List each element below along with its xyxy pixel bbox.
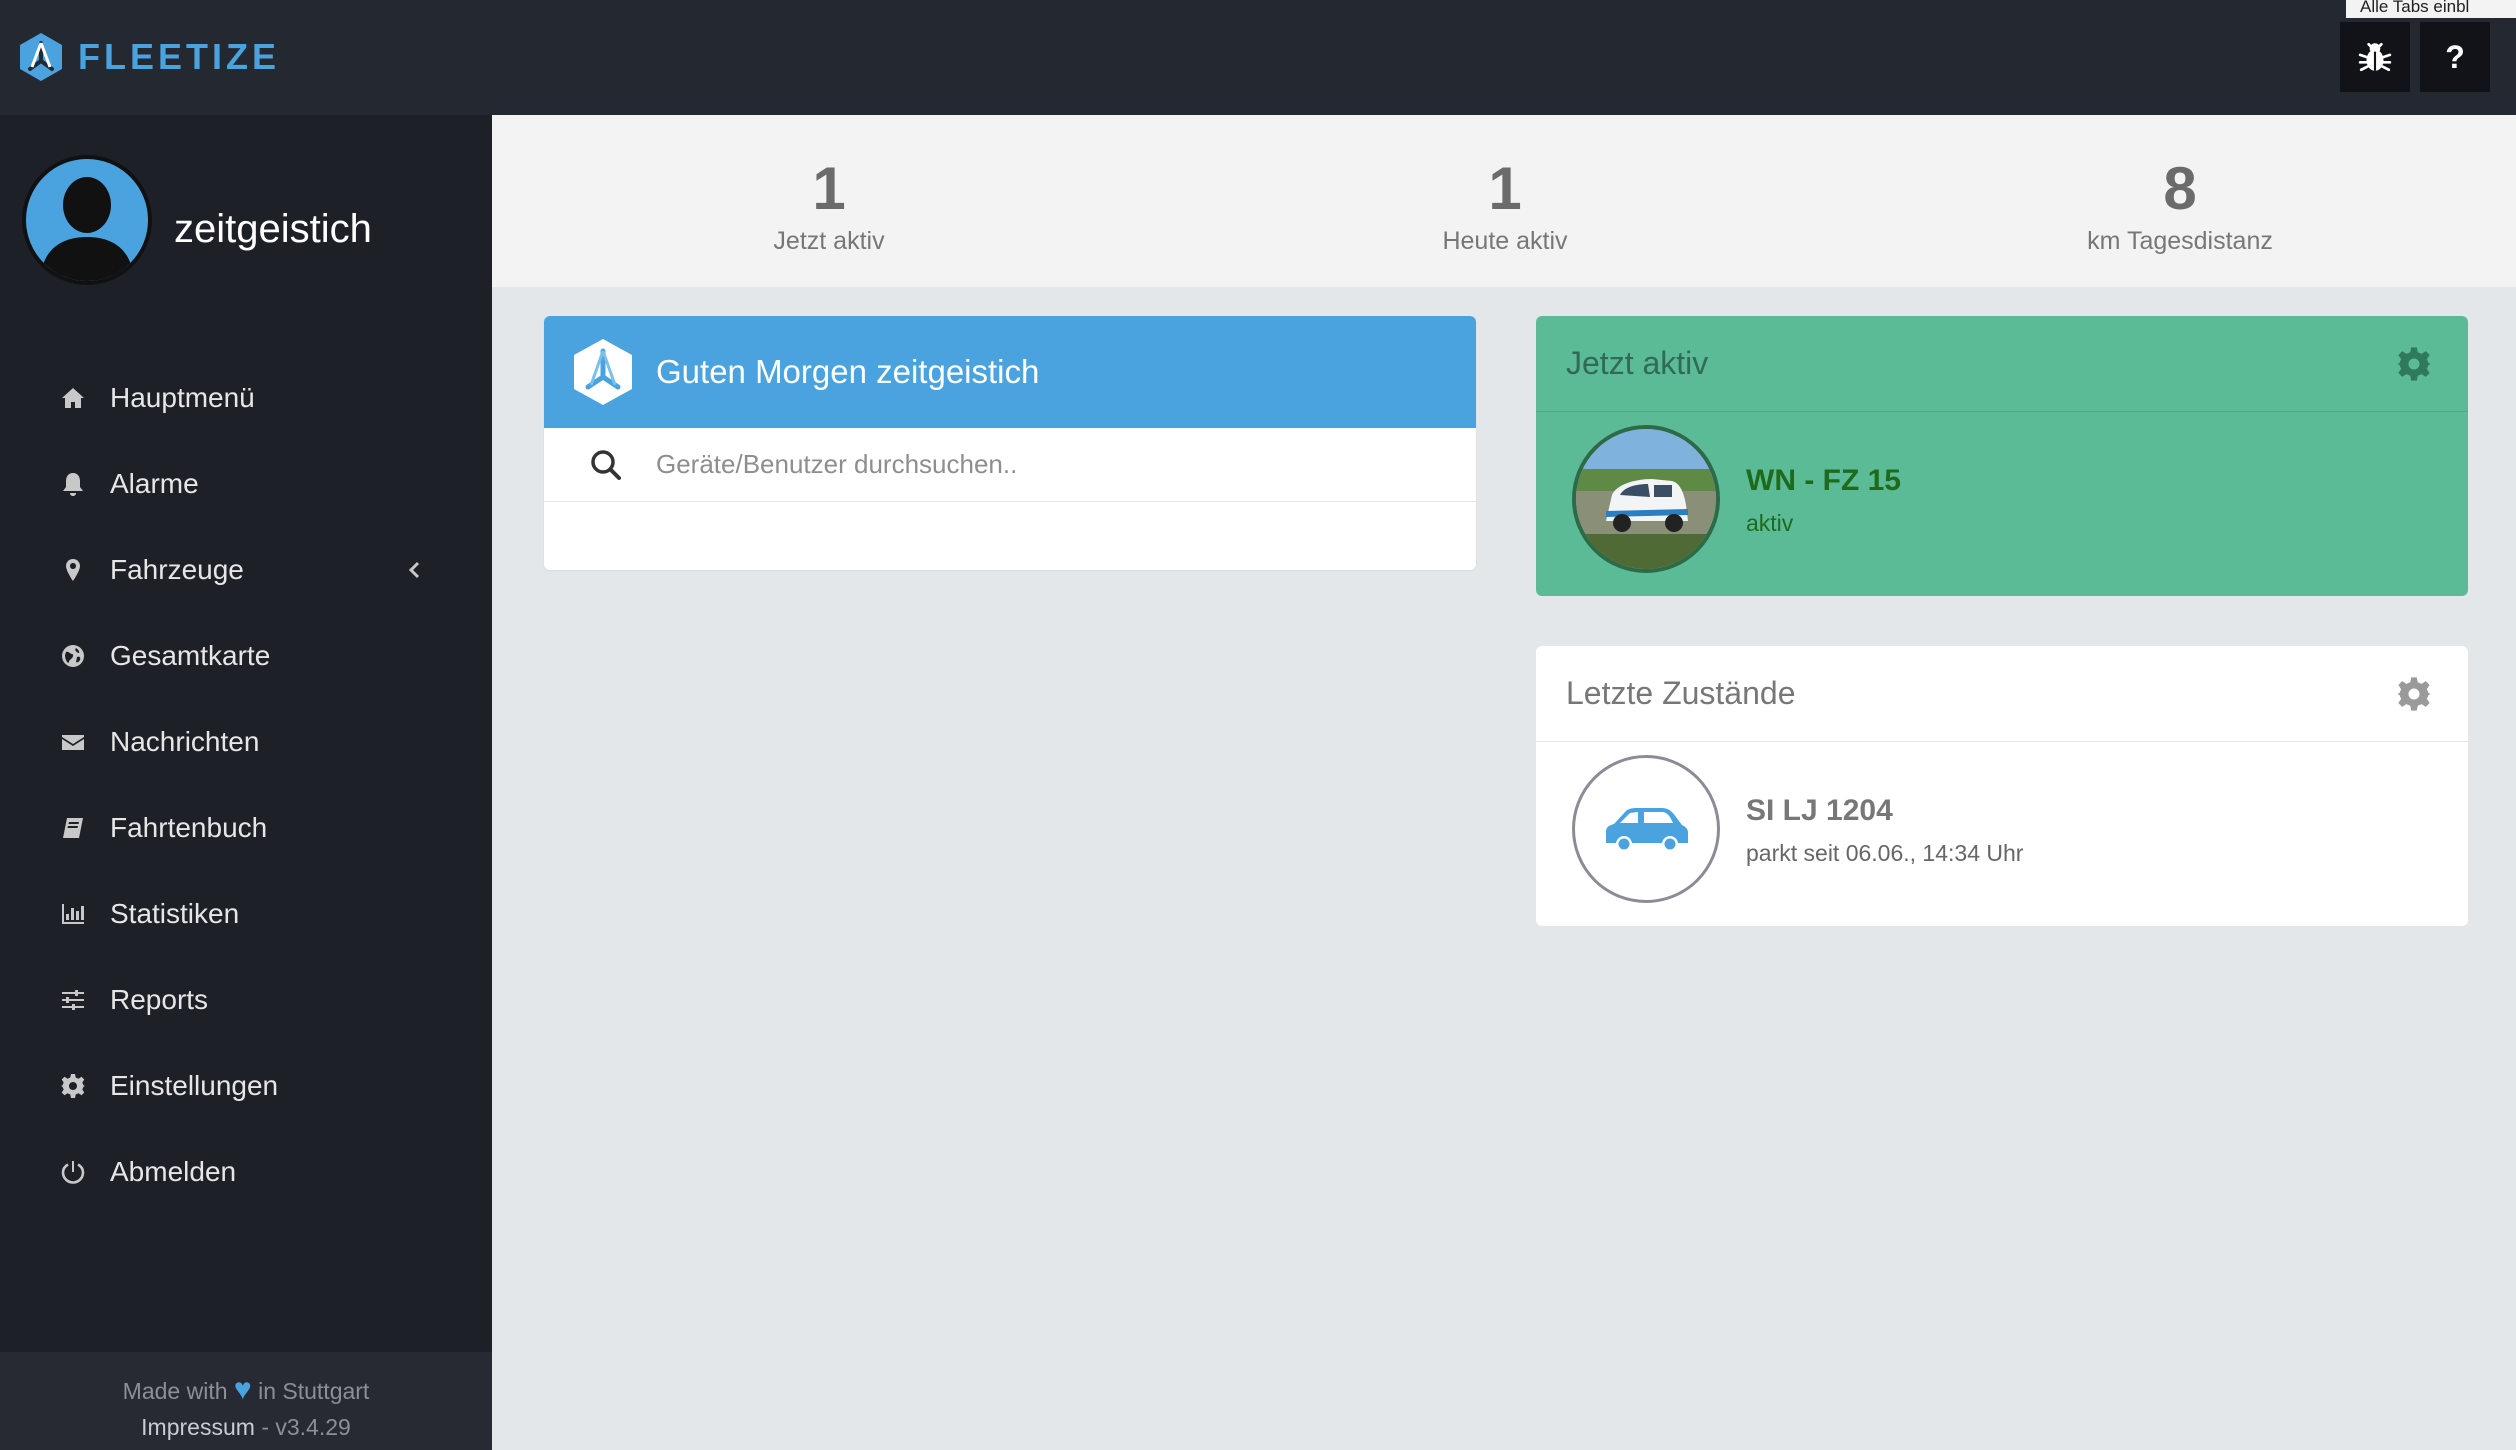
sidebar-item-statistiken[interactable]: Statistiken (0, 871, 492, 957)
footer-city-text: in Stuttgart (258, 1378, 370, 1404)
brand-name: FLEETIZE (78, 36, 280, 77)
sidebar-item-abmelden[interactable]: Abmelden (0, 1129, 492, 1215)
sidebar-footer: Made with ♥ in Stuttgart Impressum - v3.… (0, 1352, 492, 1450)
card-title: Jetzt aktiv (1566, 345, 1709, 381)
sidebar-item-einstellungen[interactable]: Einstellungen (0, 1043, 492, 1129)
sidebar-item-label: Fahrzeuge (110, 554, 244, 585)
sidebar-item-label: Gesamtkarte (110, 640, 271, 671)
card-header: Jetzt aktiv (1536, 316, 2468, 412)
sidebar-item-label: Einstellungen (110, 1070, 279, 1101)
bug-icon (2358, 42, 2392, 72)
sidebar-item-hauptmenu[interactable]: Hauptmenü (0, 355, 492, 441)
stat-label: Jetzt aktiv (773, 227, 885, 255)
card-title: Letzte Zustände (1566, 675, 1796, 711)
stat-value: 8 (2163, 155, 2197, 222)
fleetize-logo-icon (20, 33, 62, 81)
gear-icon[interactable] (2396, 676, 2432, 712)
vehicle-item[interactable]: WN - FZ 15 aktiv (1536, 412, 2468, 596)
welcome-card: Guten Morgen zeitgeistich (544, 316, 1476, 570)
stat-value: 1 (1488, 155, 1522, 222)
vehicle-status: aktiv (1746, 510, 1794, 536)
car-photo-image (1576, 429, 1716, 569)
stat-label: Heute aktiv (1442, 227, 1568, 255)
vehicle-photo (1572, 755, 1720, 903)
sidebar-nav: Hauptmenü Alarme Fahrzeuge Gesamtkarte N… (0, 355, 492, 1215)
chevron-left-icon[interactable] (400, 555, 430, 585)
sidebar-item-reports[interactable]: Reports (0, 957, 492, 1043)
sidebar-item-label: Fahrtenbuch (110, 812, 268, 843)
help-icon: ? (2445, 38, 2465, 75)
map-marker-icon (58, 555, 88, 585)
vehicle-name: WN - FZ 15 (1746, 464, 1901, 497)
footer-made-with: Made with ♥ in Stuttgart (0, 1372, 492, 1409)
last-states-card: Letzte Zustände SI LJ 1204 parkt seit 06… (1536, 646, 2468, 926)
sliders-icon (58, 985, 88, 1015)
sidebar-item-label: Reports (110, 984, 209, 1015)
sidebar-item-label: Abmelden (110, 1156, 237, 1187)
stat-now-active: 1 Jetzt aktiv (629, 155, 1029, 256)
now-active-card: Jetzt aktiv WN - FZ 15 aktiv (1536, 316, 2468, 596)
brand-logo[interactable]: FLEETIZE (18, 28, 280, 86)
sidebar-item-label: Statistiken (110, 898, 240, 929)
sidebar-item-label: Nachrichten (110, 726, 260, 757)
globe-icon (58, 641, 88, 671)
stat-today-active: 1 Heute aktiv (1305, 155, 1705, 256)
bell-icon (58, 469, 88, 499)
search-icon (591, 449, 621, 480)
top-bar: FLEETIZE Alle Tabs einbl ? (0, 0, 2516, 115)
sidebar-item-gesamtkarte[interactable]: Gesamtkarte (0, 613, 492, 699)
footer-links: Impressum - v3.4.29 (0, 1409, 492, 1445)
sidebar-item-label: Hauptmenü (110, 382, 255, 413)
gear-icon[interactable] (2396, 346, 2432, 382)
stat-day-distance: 8 km Tagesdistanz (1980, 155, 2380, 256)
version-label: - v3.4.29 (261, 1414, 351, 1440)
book-icon (58, 813, 88, 843)
sidebar-item-nachrichten[interactable]: Nachrichten (0, 699, 492, 785)
stats-bar: 1 Jetzt aktiv 1 Heute aktiv 8 km Tagesdi… (492, 115, 2516, 287)
vehicle-status: parkt seit 06.06., 14:34 Uhr (1746, 840, 2024, 866)
power-icon (58, 1157, 88, 1187)
sidebar-item-fahrzeuge[interactable]: Fahrzeuge (0, 527, 492, 613)
vehicle-name: SI LJ 1204 (1746, 794, 1893, 827)
user-profile[interactable]: zeitgeistich (22, 155, 372, 285)
sidebar-item-alarme[interactable]: Alarme (0, 441, 492, 527)
bug-report-button[interactable] (2340, 22, 2410, 92)
sidebar-item-fahrtenbuch[interactable]: Fahrtenbuch (0, 785, 492, 871)
username: zeitgeistich (174, 206, 372, 251)
stat-value: 1 (812, 155, 846, 222)
envelope-icon (58, 727, 88, 757)
help-button[interactable]: ? (2420, 22, 2490, 92)
tooltip-show-all-tabs: Alle Tabs einbl (2346, 0, 2516, 18)
sidebar-item-label: Alarme (110, 468, 199, 499)
search-bar (544, 428, 1476, 502)
stat-label: km Tagesdistanz (2087, 227, 2273, 255)
bar-chart-icon (58, 899, 88, 929)
gear-icon (58, 1071, 88, 1101)
welcome-header: Guten Morgen zeitgeistich (544, 316, 1476, 428)
heart-icon: ♥ (233, 1373, 252, 1406)
car-icon (1606, 808, 1688, 852)
sidebar: zeitgeistich Hauptmenü Alarme Fahrzeuge (0, 115, 492, 1450)
impressum-link[interactable]: Impressum (141, 1414, 255, 1440)
fleetize-logo-icon (574, 339, 632, 405)
avatar (22, 155, 152, 285)
vehicle-item[interactable]: SI LJ 1204 parkt seit 06.06., 14:34 Uhr (1536, 742, 2468, 926)
footer-made-with-text: Made with (122, 1378, 228, 1404)
vehicle-photo (1572, 425, 1720, 573)
card-header: Letzte Zustände (1536, 646, 2468, 742)
home-icon (58, 383, 88, 413)
welcome-title: Guten Morgen zeitgeistich (656, 353, 1040, 390)
user-silhouette-icon (40, 177, 134, 281)
search-input[interactable] (656, 449, 1416, 480)
